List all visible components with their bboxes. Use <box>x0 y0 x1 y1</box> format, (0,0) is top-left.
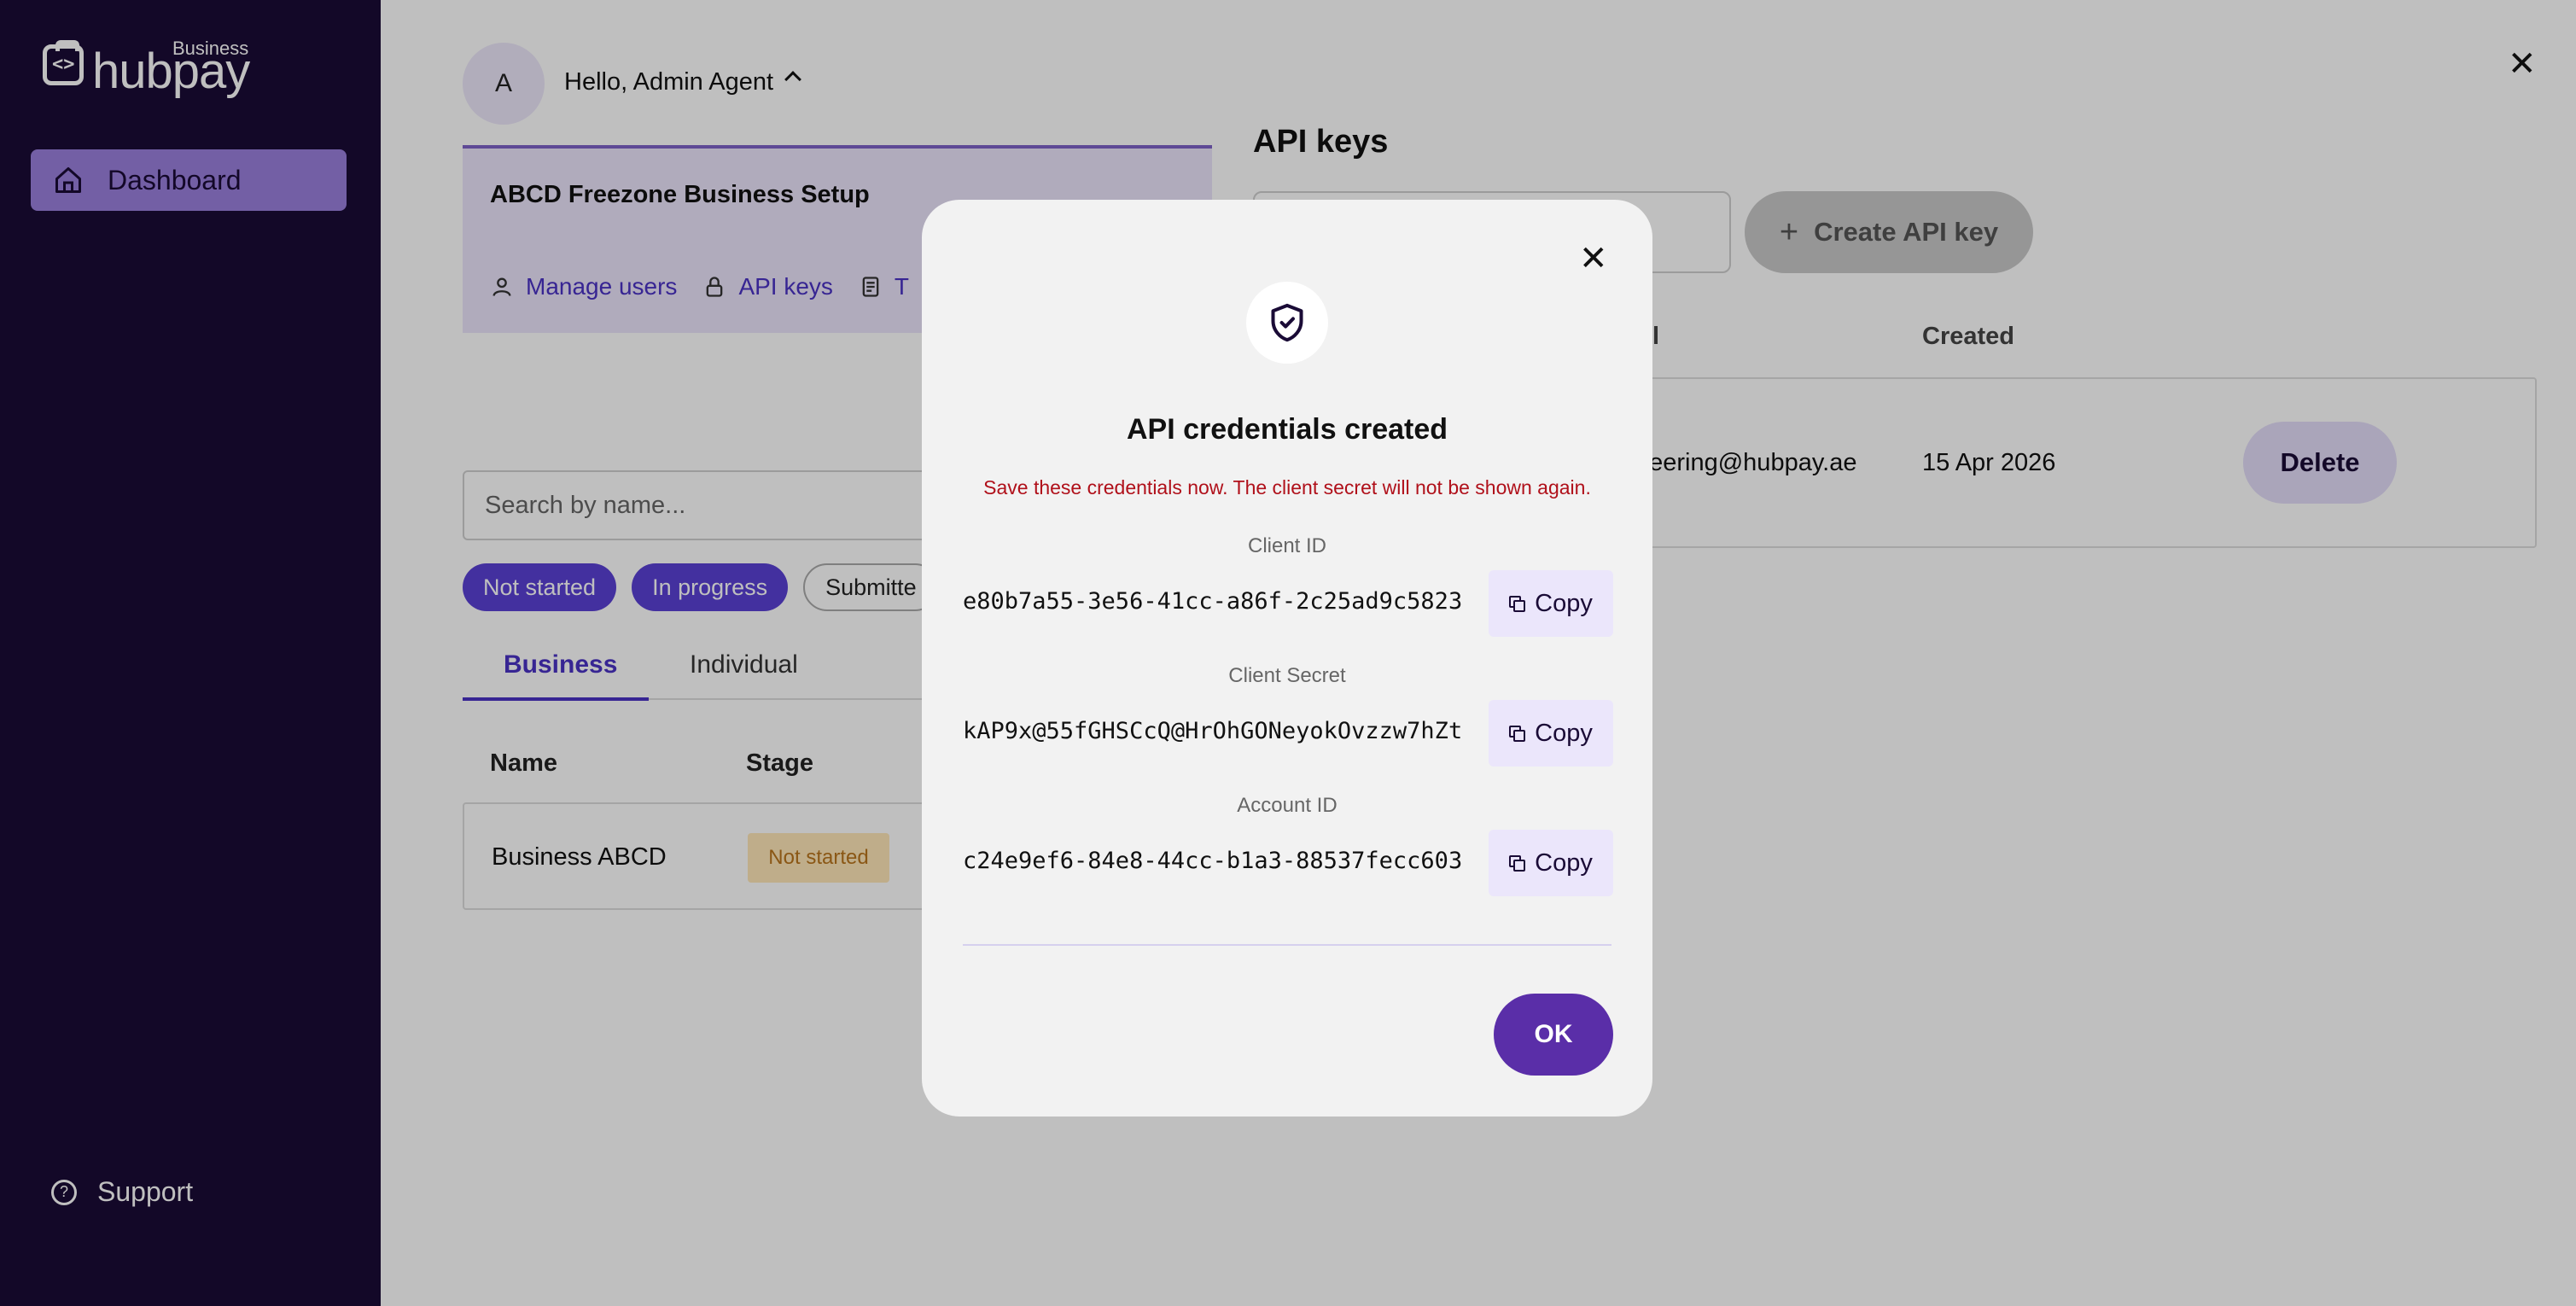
client-id-value[interactable]: e80b7a55-3e56-41cc-a86f-2c25ad9c5823 <box>963 588 1489 615</box>
copy-label: Copy <box>1535 848 1593 877</box>
copy-label: Copy <box>1535 719 1593 747</box>
copy-icon <box>1509 726 1526 742</box>
copy-icon <box>1509 596 1526 612</box>
client-id-label: Client ID <box>1247 534 1327 557</box>
copy-label: Copy <box>1535 589 1593 617</box>
modal-title: API credentials created <box>1126 413 1448 446</box>
account-id-value[interactable]: c24e9ef6-84e8-44cc-b1a3-88537fecc603 <box>963 848 1489 874</box>
copy-client-id-button[interactable]: Copy <box>1489 570 1613 637</box>
copy-account-id-button[interactable]: Copy <box>1489 830 1613 896</box>
modal-warning: Save these credentials now. The client s… <box>983 476 1591 498</box>
ok-button[interactable]: OK <box>1494 994 1613 1076</box>
account-id-label: Account ID <box>1237 794 1338 817</box>
copy-client-secret-button[interactable]: Copy <box>1489 700 1613 767</box>
modal-divider <box>963 944 1611 946</box>
credentials-modal: ✕ API credentials created Save these cre… <box>922 200 1652 1117</box>
copy-icon <box>1509 855 1526 872</box>
client-secret-label: Client Secret <box>1228 664 1346 687</box>
modal-close-icon[interactable]: ✕ <box>1579 239 1608 278</box>
client-secret-value[interactable]: kAP9x@55fGHSCcQ@HrOhGONeyokOvzzw7hZt <box>963 718 1489 744</box>
shield-check-icon <box>1271 303 1303 342</box>
shield-badge <box>1246 282 1328 364</box>
